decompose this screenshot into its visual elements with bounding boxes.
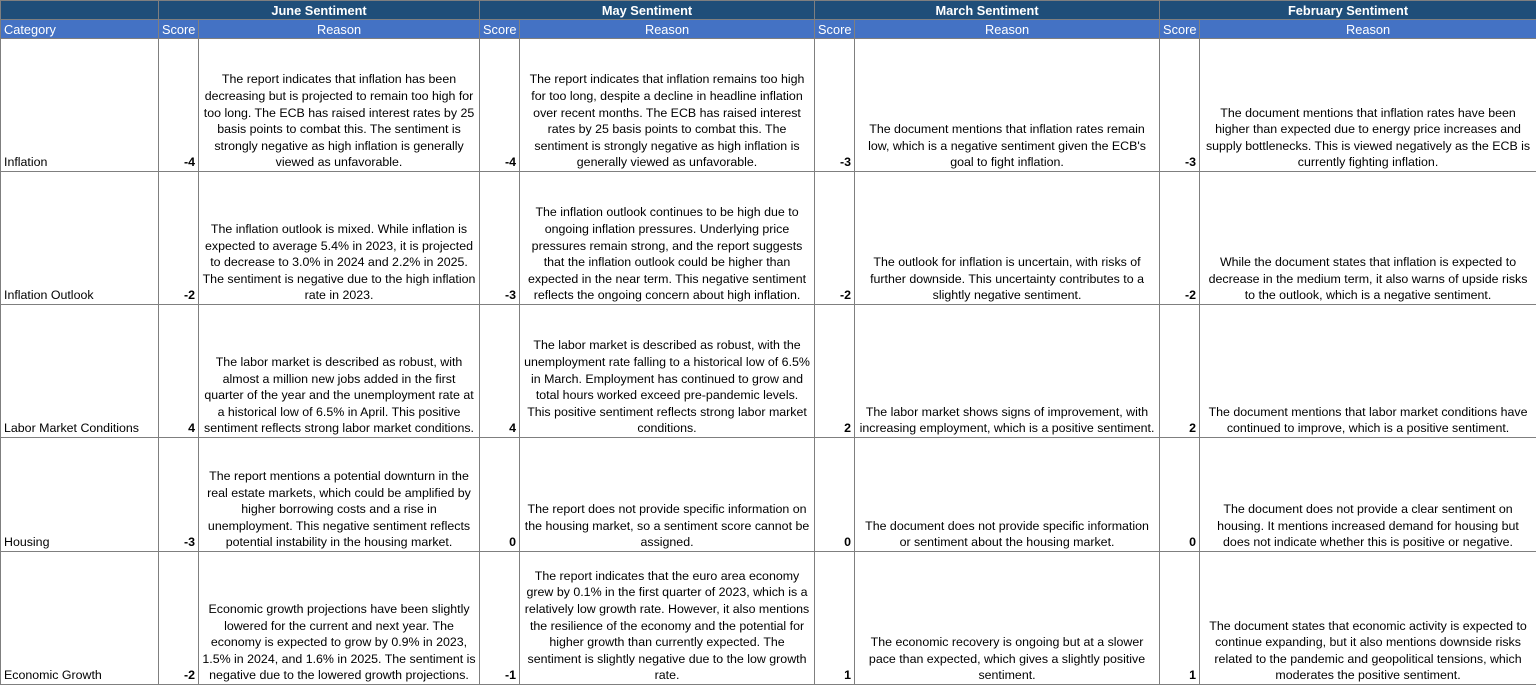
february-score-cell: -2 bbox=[1159, 171, 1201, 305]
february-reason-cell: While the document states that inflation… bbox=[1199, 171, 1536, 305]
february-score-cell: -3 bbox=[1159, 38, 1201, 172]
may-reason-cell: The labor market is described as robust,… bbox=[519, 304, 816, 438]
table-row: Housing -3 The report mentions a potenti… bbox=[0, 437, 1536, 552]
may-score-cell: -4 bbox=[479, 38, 521, 172]
empty-header-cell bbox=[0, 0, 159, 20]
march-reason-header: Reason bbox=[854, 19, 1161, 39]
february-reason-header: Reason bbox=[1199, 19, 1536, 39]
may-score-cell: -3 bbox=[479, 171, 521, 305]
category-cell: Housing bbox=[0, 437, 159, 552]
may-header: May Sentiment bbox=[479, 0, 816, 20]
february-score-cell: 2 bbox=[1159, 304, 1201, 438]
march-reason-cell: The document does not provide specific i… bbox=[854, 437, 1161, 552]
march-reason-cell: The economic recovery is ongoing but at … bbox=[854, 551, 1161, 685]
group-header-row: June Sentiment May Sentiment March Senti… bbox=[0, 0, 1536, 20]
march-reason-cell: The outlook for inflation is uncertain, … bbox=[854, 171, 1161, 305]
june-score-cell: -4 bbox=[158, 38, 199, 172]
march-reason-cell: The labor market shows signs of improvem… bbox=[854, 304, 1161, 438]
may-reason-cell: The report indicates that inflation rema… bbox=[519, 38, 816, 172]
table-row: Economic Growth -2 Economic growth proje… bbox=[0, 551, 1536, 685]
category-cell: Economic Growth bbox=[0, 551, 159, 685]
march-score-header: Score bbox=[814, 19, 856, 39]
june-score-cell: -2 bbox=[158, 551, 199, 685]
category-cell: Inflation bbox=[0, 38, 159, 172]
table-row: Labor Market Conditions 4 The labor mark… bbox=[0, 304, 1536, 438]
june-reason-header: Reason bbox=[197, 19, 481, 39]
may-score-header: Score bbox=[479, 19, 521, 39]
march-header: March Sentiment bbox=[814, 0, 1161, 20]
march-score-cell: -3 bbox=[814, 38, 856, 172]
march-reason-cell: The document mentions that inflation rat… bbox=[854, 38, 1161, 172]
may-reason-cell: The inflation outlook continues to be hi… bbox=[519, 171, 816, 305]
june-reason-cell: The report indicates that inflation has … bbox=[197, 38, 481, 172]
march-score-cell: 1 bbox=[814, 551, 856, 685]
june-score-header: Score bbox=[158, 19, 199, 39]
sentiment-table: June Sentiment May Sentiment March Senti… bbox=[0, 0, 1536, 685]
february-score-cell: 1 bbox=[1159, 551, 1201, 685]
june-header: June Sentiment bbox=[157, 0, 481, 20]
may-reason-header: Reason bbox=[519, 19, 816, 39]
june-score-cell: -3 bbox=[158, 437, 199, 552]
table-row: Inflation Outlook -2 The inflation outlo… bbox=[0, 171, 1536, 305]
february-reason-cell: The document mentions that inflation rat… bbox=[1199, 38, 1536, 172]
category-column-header: Category bbox=[0, 19, 159, 39]
february-score-header: Score bbox=[1159, 19, 1201, 39]
february-reason-cell: The document mentions that labor market … bbox=[1199, 304, 1536, 438]
june-reason-cell: The labor market is described as robust,… bbox=[197, 304, 481, 438]
may-score-cell: 4 bbox=[479, 304, 521, 438]
february-header: February Sentiment bbox=[1159, 0, 1536, 20]
may-score-cell: 0 bbox=[479, 437, 521, 552]
june-reason-cell: The report mentions a potential downturn… bbox=[197, 437, 481, 552]
march-score-cell: 0 bbox=[814, 437, 856, 552]
may-score-cell: -1 bbox=[479, 551, 521, 685]
june-score-cell: -2 bbox=[158, 171, 199, 305]
table-row: Inflation -4 The report indicates that i… bbox=[0, 38, 1536, 172]
may-reason-cell: The report does not provide specific inf… bbox=[519, 437, 816, 552]
may-reason-cell: The report indicates that the euro area … bbox=[519, 551, 816, 685]
march-score-cell: -2 bbox=[814, 171, 856, 305]
june-reason-cell: The inflation outlook is mixed. While in… bbox=[197, 171, 481, 305]
june-score-cell: 4 bbox=[158, 304, 199, 438]
june-reason-cell: Economic growth projections have been sl… bbox=[197, 551, 481, 685]
february-reason-cell: The document does not provide a clear se… bbox=[1199, 437, 1536, 552]
category-cell: Labor Market Conditions bbox=[0, 304, 159, 438]
february-reason-cell: The document states that economic activi… bbox=[1199, 551, 1536, 685]
category-cell: Inflation Outlook bbox=[0, 171, 159, 305]
column-header-row: Category Score Reason Score Reason Score… bbox=[0, 19, 1536, 39]
february-score-cell: 0 bbox=[1159, 437, 1201, 552]
march-score-cell: 2 bbox=[814, 304, 856, 438]
